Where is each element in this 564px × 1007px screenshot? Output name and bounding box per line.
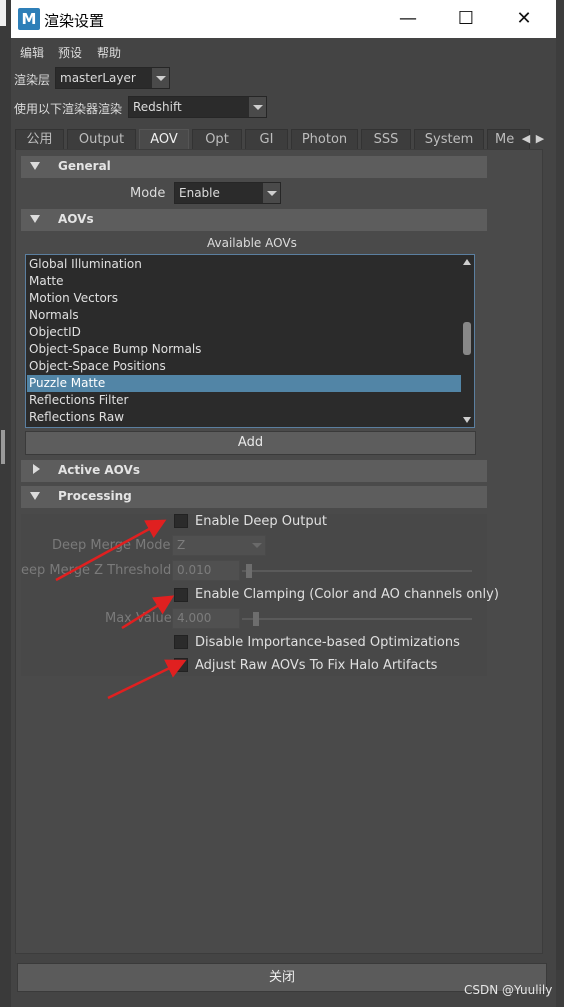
- annotation-arrows: [55, 519, 187, 700]
- red-arrow-3: [107, 659, 187, 700]
- red-arrow-2: [121, 595, 175, 630]
- watermark: CSDN @Yuulily: [464, 983, 553, 997]
- app-root: M 渲染设置 — ☐ ✕ 编辑 预设 帮助 渲染层 masterLayer 使用…: [0, 0, 564, 1007]
- red-arrow-1: [55, 519, 167, 582]
